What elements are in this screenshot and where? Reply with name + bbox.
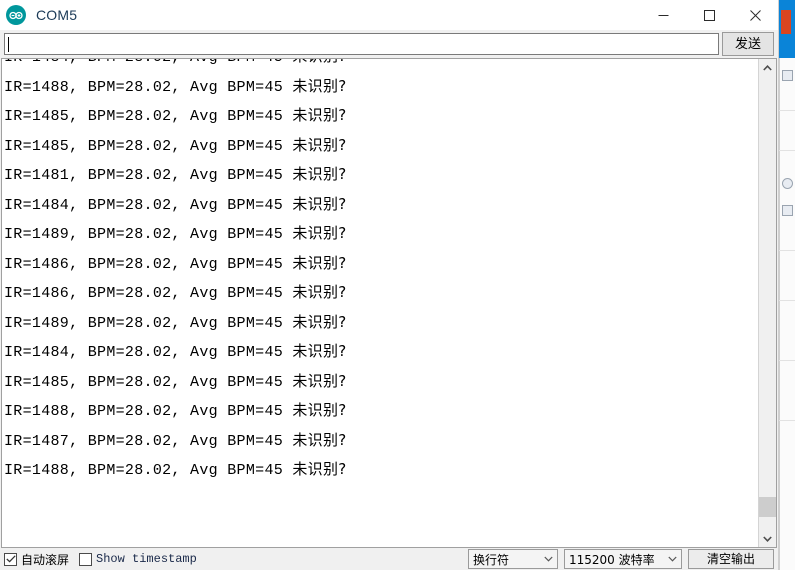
scrollbar-thumb[interactable] — [759, 497, 776, 517]
text-caret — [8, 37, 9, 52]
background-window-divider — [779, 150, 795, 151]
send-button[interactable]: 发送 — [722, 32, 774, 56]
window-controls — [640, 0, 778, 30]
output-lines: IR=1484, BPM=28.02, Avg BPM=45 未识别? IR=14… — [4, 59, 758, 485]
chevron-down-icon[interactable] — [759, 530, 776, 547]
newline-select-value: 换行符 — [473, 552, 510, 567]
output-line: IR=1486, BPM=28.02, Avg BPM=45 未识别? — [4, 283, 347, 302]
send-input-wrapper[interactable] — [4, 33, 719, 55]
output-line: IR=1481, BPM=28.02, Avg BPM=45 未识别? — [4, 165, 347, 184]
autoscroll-checkbox[interactable]: 自动滚屏 — [4, 551, 69, 568]
background-window-divider — [779, 420, 795, 421]
baud-rate-select-value: 115200 波特率 — [569, 552, 655, 567]
background-window-icon — [782, 205, 793, 216]
send-row: 发送 — [0, 30, 778, 58]
background-window-divider — [779, 300, 795, 301]
chevron-up-icon[interactable] — [759, 59, 776, 76]
window-minimize-button[interactable] — [640, 0, 686, 30]
output-line: IR=1485, BPM=28.02, Avg BPM=45 未识别? — [4, 135, 347, 155]
output-line: IR=1488, BPM=28.02, Avg BPM=45 未识别? — [4, 76, 347, 96]
autoscroll-checkbox-box[interactable] — [4, 552, 17, 566]
window-close-button[interactable] — [732, 0, 778, 30]
output-line: IR=1484, BPM=28.02, Avg BPM=45 未识别? — [4, 59, 758, 72]
show-timestamp-label: Show timestamp — [96, 552, 197, 566]
output-vertical-scrollbar[interactable] — [758, 59, 776, 547]
baud-rate-select[interactable]: 115200 波特率 — [564, 549, 682, 569]
send-input[interactable] — [5, 34, 718, 54]
output-line: IR=1487, BPM=28.02, Avg BPM=45 未识别? — [4, 430, 347, 450]
background-window-body — [779, 58, 795, 570]
status-bar: 自动滚屏 Show timestamp 换行符 115200 波特率 清空输出 — [0, 548, 778, 570]
show-timestamp-checkbox[interactable]: Show timestamp — [79, 552, 197, 566]
output-line: IR=1488, BPM=28.02, Avg BPM=45 未识别? — [4, 401, 347, 420]
output-line: IR=1484, BPM=28.02, Avg BPM=45 未识别? — [4, 194, 347, 214]
show-timestamp-checkbox-box[interactable] — [79, 552, 93, 566]
background-window-accent — [781, 10, 791, 34]
autoscroll-label: 自动滚屏 — [21, 552, 70, 567]
serial-output-text: IR=1483, BPM=28.02, Avg BPM=45 未识别? IR=1… — [2, 59, 758, 547]
window-maximize-button[interactable] — [686, 0, 732, 30]
arduino-logo-icon — [6, 5, 26, 25]
titlebar: COM5 — [0, 0, 778, 30]
window-title: COM5 — [36, 7, 78, 23]
newline-select[interactable]: 换行符 — [468, 549, 558, 569]
background-window-divider — [779, 250, 795, 251]
output-line: IR=1488, BPM=28.02, Avg BPM=45 未识别? — [4, 460, 347, 479]
output-line: IR=1489, BPM=28.02, Avg BPM=45 未识别? — [4, 312, 347, 332]
background-window-divider — [779, 360, 795, 361]
output-line: IR=1485, BPM=28.02, Avg BPM=45 未识别? — [4, 106, 347, 125]
output-line: IR=1485, BPM=28.02, Avg BPM=45 未识别? — [4, 371, 347, 391]
output-line: IR=1489, BPM=28.02, Avg BPM=45 未识别? — [4, 224, 347, 243]
serial-monitor-window: COM5 发送 IR=1488, BPM=28.02, Avg BPM=45 未… — [0, 0, 779, 570]
output-line: IR=1484, BPM=28.02, Avg BPM=45 未识别? — [4, 342, 347, 361]
background-window-icon — [782, 70, 793, 81]
serial-output-area[interactable]: IR=1483, BPM=28.02, Avg BPM=45 未识别? IR=1… — [1, 58, 777, 548]
output-line: IR=1486, BPM=28.02, Avg BPM=45 未识别? — [4, 253, 347, 273]
chevron-down-icon — [544, 556, 553, 562]
background-window-icon — [782, 178, 793, 189]
chevron-down-icon — [668, 556, 677, 562]
background-window-divider — [779, 110, 795, 111]
clear-output-button[interactable]: 清空输出 — [688, 549, 774, 569]
